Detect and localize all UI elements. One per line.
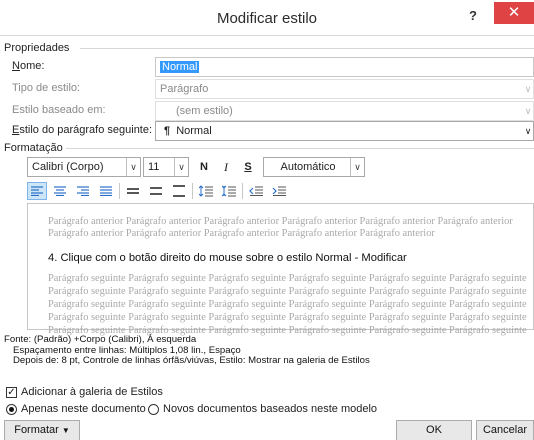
add-to-gallery-option[interactable]: ✓ Adicionar à galeria de Estilos — [6, 386, 163, 398]
based-on-label: Estilo baseado em: — [12, 104, 106, 116]
paragraph-toolbar — [27, 181, 289, 201]
style-description: Fonte: (Padrão) +Corpo (Calibri), À esqu… — [4, 334, 534, 367]
double-spacing-icon[interactable] — [169, 182, 189, 200]
style-type-label: Tipo de estilo: — [12, 82, 81, 94]
add-to-gallery-label: Adicionar à galeria de Estilos — [21, 386, 163, 398]
decrease-indent-icon[interactable] — [246, 182, 266, 200]
name-field-value: Normal — [160, 61, 200, 73]
align-justify-icon[interactable] — [96, 182, 116, 200]
increase-indent-icon[interactable] — [269, 182, 289, 200]
ok-button[interactable]: OK — [396, 420, 472, 440]
add-to-gallery-checkbox[interactable]: ✓ — [6, 386, 17, 398]
font-size-select[interactable]: 11 ∨ — [143, 157, 189, 177]
formatting-section-label: Formatação — [4, 142, 63, 154]
chevron-down-icon: ∨ — [350, 158, 364, 176]
chevron-down-icon: ∨ — [174, 158, 188, 176]
dialog-title: Modificar estilo — [216, 10, 318, 27]
style-preview: Parágrafo anterior Parágrafo anterior Pa… — [27, 203, 534, 336]
increase-paragraph-spacing-icon[interactable] — [196, 182, 216, 200]
new-documents-label: Novos documentos baseados neste modelo — [163, 403, 378, 415]
next-style-value: Normal — [176, 125, 212, 137]
preview-following-line: Parágrafo seguinte Parágrafo seguinte Pa… — [48, 273, 527, 284]
caret-down-icon: ▼ — [61, 426, 70, 435]
italic-button[interactable]: I — [218, 158, 234, 176]
underline-button[interactable]: S — [240, 158, 256, 176]
formatting-divider — [66, 148, 534, 149]
help-button[interactable]: ? — [469, 8, 477, 23]
chevron-down-icon: ∨ — [524, 106, 532, 116]
based-on-value: (sem estilo) — [176, 105, 233, 117]
align-center-icon[interactable] — [50, 182, 70, 200]
decrease-paragraph-spacing-icon[interactable] — [219, 182, 239, 200]
toolbar-divider — [242, 183, 243, 199]
properties-divider — [80, 48, 534, 49]
font-color-select[interactable]: Automático ∨ — [263, 157, 365, 177]
name-label: Nome: — [12, 60, 45, 72]
font-size-value: 11 — [148, 161, 160, 173]
style-type-value: Parágrafo — [160, 83, 209, 95]
title-bar: Modificar estilo ? ✕ — [0, 0, 534, 36]
format-button-label: Formatar — [14, 424, 59, 436]
close-button[interactable]: ✕ — [494, 2, 534, 24]
toolbar-divider — [119, 183, 120, 199]
pilcrow-icon: ¶ — [164, 125, 171, 137]
one-and-half-spacing-icon[interactable] — [146, 182, 166, 200]
chevron-down-icon: ∨ — [126, 158, 140, 176]
chevron-down-icon: ∨ — [524, 84, 532, 94]
based-on-select: (sem estilo) ∨ — [155, 101, 534, 121]
bold-button[interactable]: N — [196, 158, 212, 176]
format-button[interactable]: Formatar ▼ — [4, 420, 80, 440]
preview-following-line: Parágrafo seguinte Parágrafo seguinte Pa… — [48, 299, 527, 310]
font-name-value: Calibri (Corpo) — [32, 161, 104, 173]
only-this-document-label: Apenas neste documento — [21, 403, 146, 415]
cancel-button[interactable]: Cancelar — [476, 420, 534, 440]
name-field[interactable]: Normal — [155, 57, 534, 77]
description-line: Depois de: 8 pt, Controle de linhas órfã… — [13, 355, 370, 366]
align-right-icon[interactable] — [73, 182, 93, 200]
align-left-icon[interactable] — [27, 182, 47, 200]
next-style-select[interactable]: ¶ Normal ∨ — [155, 121, 534, 141]
only-this-document-radio[interactable] — [6, 403, 17, 415]
description-line: Fonte: (Padrão) +Corpo (Calibri), À esqu… — [4, 334, 197, 345]
font-name-select[interactable]: Calibri (Corpo) ∨ — [27, 157, 141, 177]
preview-previous-paragraph: Parágrafo anterior Parágrafo anterior Pa… — [48, 216, 513, 239]
chevron-down-icon: ∨ — [524, 126, 532, 136]
toolbar-divider — [192, 183, 193, 199]
new-documents-option[interactable]: Novos documentos baseados neste modelo — [148, 403, 377, 415]
preview-following-line: Parágrafo seguinte Parágrafo seguinte Pa… — [48, 286, 527, 297]
preview-sample-text: 4. Clique com o botão direito do mouse s… — [48, 252, 407, 264]
next-style-label: Estilo do parágrafo seguinte: — [12, 124, 153, 136]
new-documents-radio[interactable] — [148, 403, 159, 415]
preview-following-line: Parágrafo seguinte Parágrafo seguinte Pa… — [48, 312, 527, 323]
single-spacing-icon[interactable] — [123, 182, 143, 200]
font-color-value: Automático — [280, 161, 336, 173]
only-this-document-option[interactable]: Apenas neste documento — [6, 403, 146, 415]
properties-section-label: Propriedades — [4, 42, 70, 54]
style-type-select: Parágrafo ∨ — [155, 79, 534, 99]
